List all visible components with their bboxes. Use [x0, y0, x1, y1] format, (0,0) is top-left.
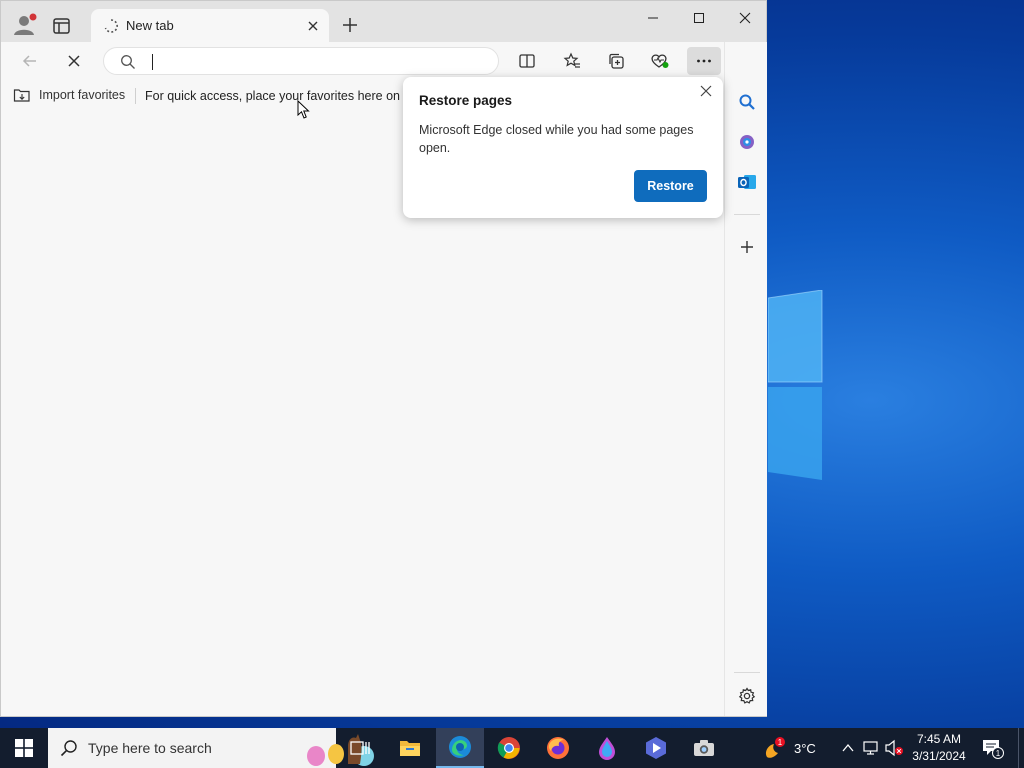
profile-button[interactable] — [11, 11, 39, 39]
sidebar-outlook-button[interactable] — [733, 168, 761, 196]
windows-logo-wallpaper — [768, 290, 823, 480]
tab-new-tab[interactable]: New tab — [91, 9, 329, 42]
search-icon — [60, 740, 77, 757]
tab-actions-button[interactable] — [51, 15, 73, 37]
edge-icon — [449, 736, 471, 758]
file-explorer-button[interactable] — [386, 728, 434, 768]
gear-icon — [738, 687, 756, 704]
minimize-icon — [648, 17, 658, 19]
sidebar-settings-button[interactable] — [733, 682, 761, 710]
tab-actions-icon — [53, 18, 70, 34]
dialog-message: Microsoft Edge closed while you had some… — [419, 123, 694, 155]
close-icon — [739, 12, 751, 24]
search-icon — [739, 94, 755, 110]
browser-essentials-button[interactable] — [645, 47, 675, 75]
weather-widget[interactable]: 1 3°C — [762, 728, 816, 768]
search-placeholder: Type here to search — [88, 740, 212, 756]
edge-sidebar — [724, 42, 767, 716]
back-button[interactable] — [15, 47, 45, 75]
stop-loading-button[interactable] — [59, 47, 89, 75]
notification-icon: 1 — [983, 740, 1004, 759]
import-folder-icon — [13, 89, 30, 102]
show-hidden-icons-button[interactable] — [838, 738, 858, 758]
water-drop-app-icon — [599, 737, 615, 760]
weather-icon: 1 — [765, 737, 785, 758]
more-dots-icon — [697, 59, 711, 63]
navigation-toolbar — [1, 42, 766, 80]
notification-count: 1 — [996, 749, 1001, 758]
weather-temperature: 3°C — [794, 740, 816, 756]
mouse-cursor-icon — [297, 100, 310, 119]
edge-taskbar-button[interactable] — [436, 728, 484, 768]
stop-icon — [68, 55, 80, 67]
dialog-close-button[interactable] — [697, 82, 715, 100]
star-list-icon — [563, 52, 580, 68]
sidebar-copilot-button[interactable] — [733, 128, 761, 156]
action-center-button[interactable]: 1 — [980, 736, 1006, 760]
settings-and-more-button[interactable] — [687, 47, 721, 75]
favorites-bar-hint: For quick access, place your favorites h… — [145, 89, 407, 103]
import-favorites-button[interactable]: Import favorites — [13, 87, 125, 103]
show-desktop-button[interactable] — [1018, 728, 1024, 768]
chrome-taskbar-button[interactable] — [485, 728, 533, 768]
close-icon — [700, 85, 712, 97]
taskbar-clock[interactable]: 7:45 AM 3/31/2024 — [900, 731, 978, 765]
taskbar-search-box[interactable]: Type here to search — [48, 728, 374, 768]
task-view-button[interactable] — [336, 728, 384, 768]
sidebar-separator — [734, 214, 760, 215]
network-icon — [863, 741, 878, 755]
restore-pages-dialog: Restore pages Microsoft Edge closed whil… — [403, 77, 723, 218]
back-arrow-icon — [22, 55, 36, 67]
outlook-icon — [738, 175, 756, 189]
tab-close-icon[interactable] — [305, 18, 321, 34]
dialog-title: Restore pages — [419, 93, 513, 108]
clock-time: 7:45 AM — [916, 732, 962, 746]
clock-date: 3/31/2024 — [912, 749, 966, 763]
maximize-icon — [694, 13, 704, 23]
plus-icon — [741, 241, 753, 253]
task-view-icon — [350, 741, 370, 755]
title-bar: New tab — [1, 1, 766, 42]
minimize-button[interactable] — [630, 5, 676, 31]
favorites-button[interactable] — [557, 47, 587, 75]
start-button[interactable] — [0, 728, 48, 768]
firefox-icon — [547, 737, 569, 759]
plus-icon — [343, 18, 357, 32]
collections-icon — [609, 53, 624, 69]
address-input[interactable] — [150, 52, 480, 72]
address-bar[interactable] — [103, 47, 499, 75]
maximize-button[interactable] — [676, 5, 722, 31]
heart-pulse-icon — [651, 54, 669, 68]
network-button[interactable] — [861, 738, 881, 758]
app-drop-taskbar-button[interactable] — [583, 728, 631, 768]
loading-spinner-icon — [104, 19, 118, 33]
tab-title: New tab — [126, 18, 174, 33]
sidebar-separator-bottom — [734, 672, 760, 673]
search-icon — [121, 55, 135, 69]
collections-button[interactable] — [601, 47, 631, 75]
chrome-icon — [497, 737, 520, 759]
new-tab-button[interactable] — [339, 14, 361, 36]
camera-taskbar-button[interactable] — [680, 728, 728, 768]
copilot-app-icon — [740, 135, 754, 149]
taskbar: Type here to search 1 3°C 7:45 AM 3/31/2… — [0, 728, 1024, 768]
clipchamp-icon — [646, 737, 666, 759]
restore-button[interactable]: Restore — [634, 170, 707, 202]
close-window-button[interactable] — [722, 5, 768, 31]
sidebar-add-button[interactable] — [733, 233, 761, 261]
split-screen-button[interactable] — [512, 47, 542, 75]
profile-icon — [14, 13, 37, 35]
file-explorer-icon — [400, 741, 420, 756]
camera-icon — [694, 740, 714, 756]
app-shield-taskbar-button[interactable] — [632, 728, 680, 768]
favorites-separator — [135, 88, 136, 104]
sidebar-search-button[interactable] — [733, 88, 761, 116]
import-favorites-label: Import favorites — [39, 88, 126, 102]
weather-badge: 1 — [778, 738, 783, 747]
chevron-up-icon — [842, 743, 854, 752]
split-screen-icon — [519, 54, 535, 68]
windows-start-icon — [15, 739, 33, 757]
firefox-taskbar-button[interactable] — [534, 728, 582, 768]
